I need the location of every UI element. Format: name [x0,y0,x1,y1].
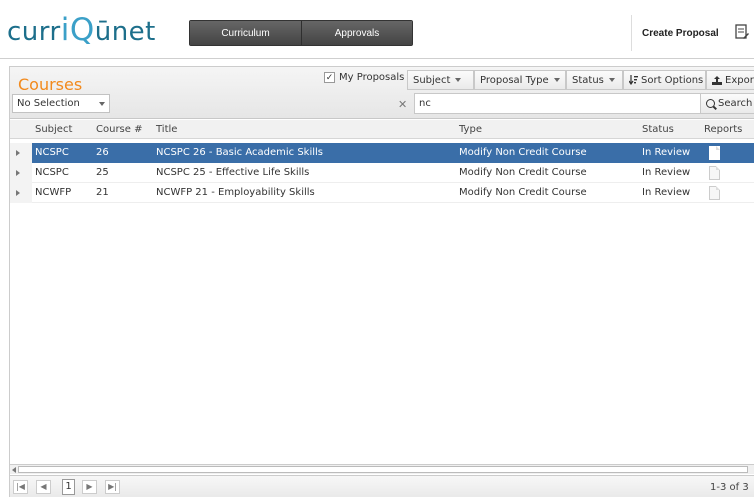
sort-icon [629,75,638,85]
search-icon [706,99,715,108]
cell-course-number: 21 [96,187,109,198]
column-header-subject[interactable]: Subject [35,124,72,135]
table-header: Subject Course # Title Type Status Repor… [10,120,754,139]
subject-filter-dropdown[interactable]: Subject [407,70,474,90]
chevron-down-icon [455,78,462,82]
scrollbar-thumb[interactable] [18,466,748,473]
cell-title: NCSPC 25 - Effective Life Skills [156,167,310,178]
report-document-icon[interactable] [709,146,720,160]
last-page-icon[interactable]: ▶| [105,480,120,494]
page-range: 1-3 of 3 [710,482,749,493]
report-document-icon[interactable] [709,166,720,180]
nav-tab-approvals[interactable]: Approvals [301,21,412,45]
chevron-down-icon [99,102,105,106]
expand-row-icon[interactable] [16,170,20,176]
row-gutter [10,183,32,203]
export-button[interactable]: Expor [706,70,754,90]
cell-course-number: 26 [96,147,109,158]
document-edit-icon[interactable] [735,24,749,41]
my-proposals-toggle[interactable]: ✓ My Proposals [324,72,404,83]
cell-subject: NCWFP [35,187,72,198]
cell-title: NCSPC 26 - Basic Academic Skills [156,147,324,158]
cell-status: In Review [642,147,691,158]
export-icon [712,75,722,85]
courses-toolbar: Courses No Selection ✓ My Proposals Subj… [10,67,754,119]
cell-subject: NCSPC [35,167,69,178]
checkbox-checked-icon[interactable]: ✓ [324,72,335,83]
cell-subject: NCSPC [35,147,69,158]
horizontal-scrollbar[interactable] [10,464,754,474]
courses-panel: Courses No Selection ✓ My Proposals Subj… [9,66,754,497]
export-label: Expor [725,74,754,86]
my-proposals-label: My Proposals [339,72,405,83]
search-input[interactable]: nc [414,93,702,114]
subject-filter-label: Subject [413,74,451,86]
cell-type: Modify Non Credit Course [459,187,587,198]
app-header: curriQūnet Curriculum Approvals Create P… [0,0,754,59]
cell-status: In Review [642,167,691,178]
column-header-course-number[interactable]: Course # [96,124,142,135]
sort-options-button[interactable]: Sort Options [623,70,706,90]
table-row[interactable]: NCSPC 25 NCSPC 25 - Effective Life Skill… [10,163,754,183]
column-header-type[interactable]: Type [459,124,482,135]
chevron-down-icon [608,78,615,82]
current-page-number[interactable]: 1 [62,479,75,495]
previous-page-icon[interactable]: ◀ [36,480,51,494]
cell-status: In Review [642,187,691,198]
status-filter-label: Status [572,74,604,86]
cell-title: NCWFP 21 - Employability Skills [156,187,315,198]
create-proposal-area: Create Proposal [631,15,754,51]
chevron-down-icon [553,78,560,82]
scroll-left-icon[interactable] [12,467,16,473]
next-page-icon[interactable]: ▶ [82,480,97,494]
proposal-type-filter-label: Proposal Type [480,74,549,86]
column-header-status[interactable]: Status [642,124,674,135]
courses-title: Courses [18,75,83,94]
row-gutter [10,163,32,183]
clear-search-icon[interactable]: ✕ [398,98,407,111]
column-header-title[interactable]: Title [156,124,177,135]
table-row[interactable]: NCSPC 26 NCSPC 26 - Basic Academic Skill… [10,143,754,163]
table-row[interactable]: NCWFP 21 NCWFP 21 - Employability Skills… [10,183,754,203]
pagination-bar: |◀ ◀ 1 ▶ ▶| 1-3 of 3 [10,475,754,497]
status-filter-dropdown[interactable]: Status [566,70,623,90]
selection-value: No Selection [17,98,80,109]
proposal-type-filter-dropdown[interactable]: Proposal Type [474,70,566,90]
cell-type: Modify Non Credit Course [459,147,587,158]
create-proposal-button[interactable]: Create Proposal [642,28,719,39]
expand-row-icon[interactable] [16,190,20,196]
column-header-reports[interactable]: Reports [704,124,742,135]
sort-options-label: Sort Options [641,74,704,86]
search-button[interactable]: Search [700,93,754,114]
search-button-label: Search [718,98,753,109]
cell-type: Modify Non Credit Course [459,167,587,178]
curriqunet-logo[interactable]: curriQūnet [7,12,156,48]
report-document-icon[interactable] [709,186,720,200]
cell-course-number: 25 [96,167,109,178]
expand-row-icon[interactable] [16,150,20,156]
nav-tab-curriculum[interactable]: Curriculum [190,21,301,45]
selection-dropdown[interactable]: No Selection [12,94,110,113]
first-page-icon[interactable]: |◀ [13,480,28,494]
row-gutter [10,143,32,163]
main-nav: Curriculum Approvals [189,20,413,46]
